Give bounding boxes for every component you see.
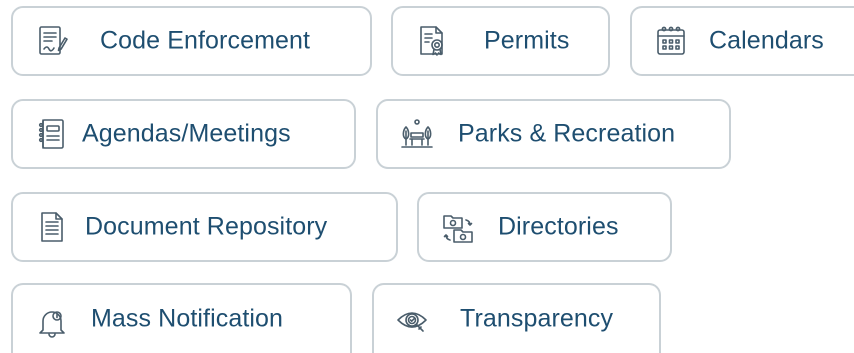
- parks-recreation-label: Parks & Recreation: [458, 119, 676, 148]
- permits-label: Permits: [484, 26, 570, 55]
- bell-icon: [35, 304, 69, 338]
- agendas-meetings-label: Agendas/Meetings: [82, 119, 291, 148]
- code-enforcement-label: Code Enforcement: [100, 26, 311, 55]
- parks-recreation-button[interactable]: Parks & Recreation: [376, 99, 731, 169]
- directories-button[interactable]: Directories: [417, 192, 672, 262]
- calendar-icon: [654, 24, 688, 58]
- document-repository-button[interactable]: Document Repository: [11, 192, 398, 262]
- mass-notification-label: Mass Notification: [91, 304, 284, 333]
- code-enforcement-button[interactable]: Code Enforcement: [11, 6, 372, 76]
- folders-icon: [441, 210, 475, 244]
- agendas-meetings-button[interactable]: Agendas/Meetings: [11, 99, 356, 169]
- eye-magnifier-icon: [396, 304, 430, 338]
- code-enforcement-icon: [35, 24, 69, 58]
- calendars-button[interactable]: Calendars: [630, 6, 854, 76]
- transparency-label: Transparency: [460, 304, 614, 333]
- park-bench-icon: [400, 117, 434, 151]
- document-repository-label: Document Repository: [85, 212, 328, 241]
- calendars-label: Calendars: [709, 26, 824, 55]
- notebook-icon: [35, 117, 69, 151]
- transparency-button[interactable]: Transparency: [372, 283, 661, 353]
- document-icon: [35, 210, 69, 244]
- permits-button[interactable]: Permits: [391, 6, 610, 76]
- permit-certificate-icon: [415, 24, 449, 58]
- directories-label: Directories: [498, 212, 619, 241]
- mass-notification-button[interactable]: Mass Notification: [11, 283, 352, 353]
